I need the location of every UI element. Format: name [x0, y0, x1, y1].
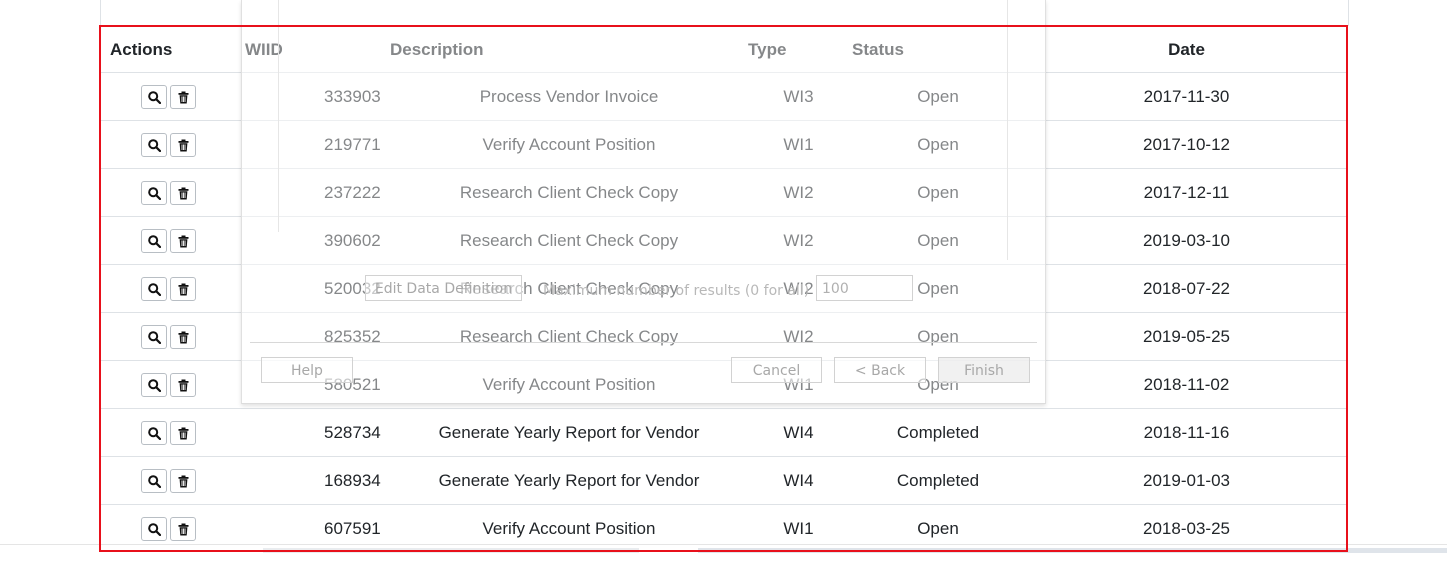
view-button[interactable] — [141, 324, 167, 349]
cell-description: Verify Account Position — [390, 504, 748, 552]
view-button[interactable] — [141, 516, 167, 541]
delete-button[interactable] — [170, 180, 196, 205]
cell-status: Open — [849, 504, 1027, 552]
delete-button[interactable] — [170, 372, 196, 397]
delete-button[interactable] — [170, 324, 196, 349]
cell-date: 2019-05-25 — [1027, 312, 1346, 361]
row-actions — [101, 504, 243, 552]
view-button[interactable] — [141, 420, 167, 445]
cell-wiid: 528734 — [243, 408, 390, 457]
view-button[interactable] — [141, 132, 167, 157]
row-actions — [101, 72, 243, 121]
view-button[interactable] — [141, 180, 167, 205]
row-actions — [101, 168, 243, 217]
view-button[interactable] — [141, 276, 167, 301]
row-actions — [101, 120, 243, 169]
delete-button[interactable] — [170, 516, 196, 541]
container-border-right — [1348, 0, 1349, 26]
page: Actions WIID Description Type Status Dat… — [0, 0, 1447, 576]
delete-button[interactable] — [170, 468, 196, 493]
cell-date: 2017-12-11 — [1027, 168, 1346, 217]
finish-button[interactable]: Finish — [938, 357, 1030, 383]
cell-type: WI4 — [748, 408, 849, 457]
edit-data-definition-button[interactable]: Edit Data Definition — [365, 275, 522, 301]
help-button[interactable]: Help — [261, 357, 353, 383]
cell-date: 2019-01-03 — [1027, 456, 1346, 505]
dialog-divider-left — [278, 0, 279, 232]
row-actions — [101, 456, 243, 505]
row-actions — [101, 216, 243, 265]
cell-date: 2018-11-16 — [1027, 408, 1346, 457]
cell-type: WI4 — [748, 456, 849, 505]
row-actions — [101, 264, 243, 313]
table-row: 607591 Verify Account Position WI1 Open 2018… — [101, 504, 1346, 552]
row-actions — [101, 312, 243, 361]
delete-button[interactable] — [170, 84, 196, 109]
cell-date: 2017-11-30 — [1027, 72, 1346, 121]
dialog-footer-divider — [250, 342, 1037, 343]
view-button[interactable] — [141, 468, 167, 493]
header-actions[interactable]: Actions — [101, 27, 243, 73]
max-results-label: Maximum number of results (0 for all) — [543, 283, 810, 299]
view-button[interactable] — [141, 228, 167, 253]
delete-button[interactable] — [170, 228, 196, 253]
header-date[interactable]: Date — [1027, 27, 1346, 73]
cell-description: Generate Yearly Report for Vendor — [390, 408, 748, 457]
max-results-input[interactable]: 100 — [816, 275, 913, 301]
row-actions — [101, 408, 243, 457]
wizard-dialog: Edit Data Definition Maximum number of r… — [241, 0, 1046, 404]
table-row: 528734 Generate Yearly Report for Vendor W… — [101, 408, 1346, 457]
cell-date: 2018-11-02 — [1027, 360, 1346, 409]
cell-type: WI1 — [748, 504, 849, 552]
view-button[interactable] — [141, 372, 167, 397]
delete-button[interactable] — [170, 276, 196, 301]
cell-status: Completed — [849, 456, 1027, 505]
cell-date: 2017-10-12 — [1027, 120, 1346, 169]
row-actions — [101, 360, 243, 409]
cell-wiid: 607591 — [243, 504, 390, 552]
cell-wiid: 168934 — [243, 456, 390, 505]
view-button[interactable] — [141, 84, 167, 109]
cell-status: Completed — [849, 408, 1027, 457]
table-row: 168934 Generate Yearly Report for Vendor W… — [101, 456, 1346, 505]
cell-description: Generate Yearly Report for Vendor — [390, 456, 748, 505]
back-button[interactable]: < Back — [834, 357, 926, 383]
container-border-left — [100, 0, 101, 26]
cancel-button[interactable]: Cancel — [731, 357, 822, 383]
delete-button[interactable] — [170, 420, 196, 445]
delete-button[interactable] — [170, 132, 196, 157]
dialog-divider-right — [1007, 0, 1008, 260]
cell-date: 2019-03-10 — [1027, 216, 1346, 265]
cell-date: 2018-07-22 — [1027, 264, 1346, 313]
cell-date: 2018-03-25 — [1027, 504, 1346, 552]
